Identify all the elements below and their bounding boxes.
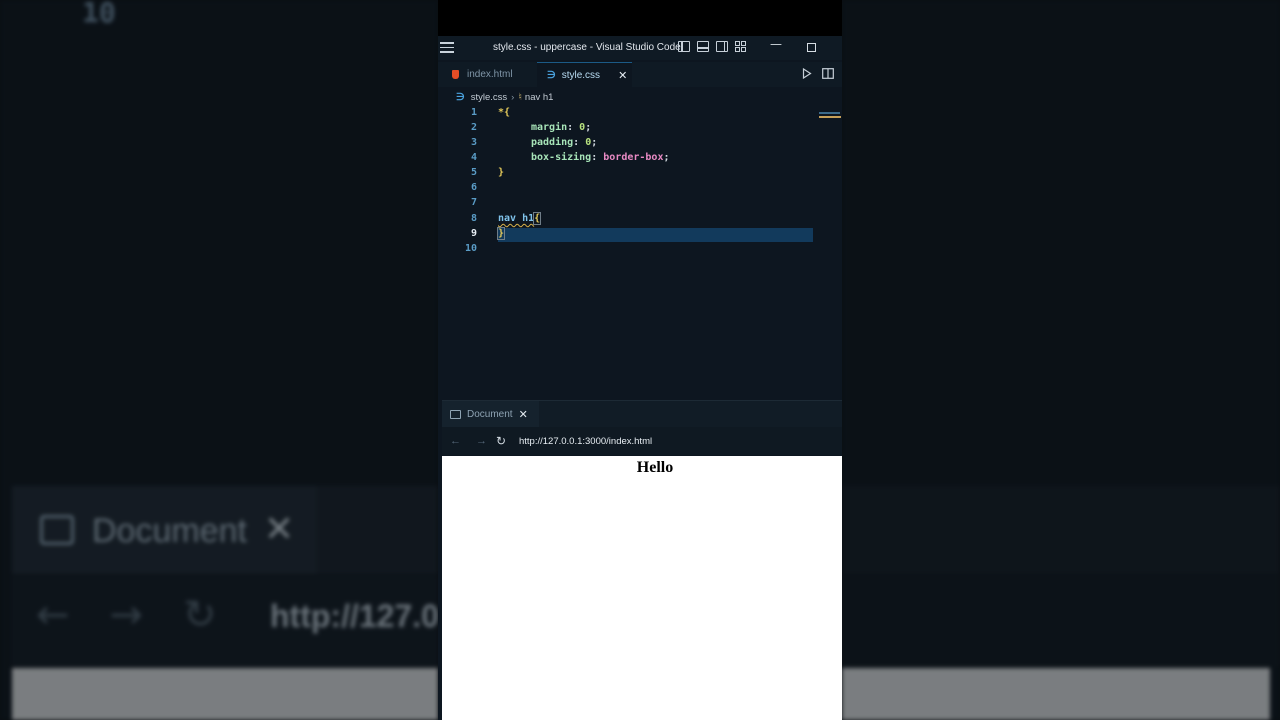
breadcrumb-file[interactable]: style.css	[471, 92, 507, 103]
code-line[interactable]: 6	[438, 182, 842, 197]
preview-url-bar: ← → ↻ http://127.0.0.1:3000/index.html	[442, 427, 842, 455]
background-left: 10 Document ✕ ←→↻ http://127.0.0.1:3000/…	[0, 0, 438, 720]
preview-tab-bar: Document ✕	[442, 400, 842, 427]
code-line[interactable]: 1 *{	[438, 107, 842, 122]
background-right	[842, 0, 1280, 720]
tab-style-css[interactable]: ∋ style.css ✕	[537, 62, 632, 88]
run-icon[interactable]	[802, 68, 812, 79]
line-number: 10	[464, 243, 477, 254]
toggle-primary-sidebar-icon[interactable]	[678, 41, 690, 52]
hamburger-menu-icon[interactable]	[440, 42, 454, 53]
brace: {	[533, 212, 542, 225]
url-input[interactable]: http://127.0.0.1:3000/index.html	[519, 436, 652, 447]
background-right-nav-bar	[842, 576, 1280, 666]
line-number: 2	[470, 122, 477, 133]
window-title: style.css - uppercase - Visual Studio Co…	[493, 42, 681, 53]
symbol-class-icon: ♮	[518, 91, 522, 103]
colon: :	[567, 122, 580, 133]
line-number: 1	[470, 107, 477, 118]
code-line[interactable]: 2 margin: 0;	[438, 122, 842, 137]
minimize-icon[interactable]: —	[770, 37, 782, 51]
chevron-right-icon: ›	[511, 91, 515, 103]
line-number: 6	[470, 182, 477, 193]
back-arrow-icon[interactable]: ←	[450, 435, 468, 447]
close-icon[interactable]: ✕	[618, 69, 627, 82]
code-line[interactable]: 7	[438, 197, 842, 212]
tab-document-preview[interactable]: Document ✕	[442, 401, 539, 427]
vscode-window: style.css - uppercase - Visual Studio Co…	[438, 36, 842, 720]
breadcrumb: ∋ style.css › ♮ nav h1	[438, 89, 842, 105]
css-property: padding	[531, 137, 574, 148]
code-line[interactable]: 10	[438, 243, 842, 258]
css-selector: nav h1	[498, 213, 535, 224]
css3-icon: ∋	[547, 70, 556, 81]
forward-arrow-icon[interactable]: →	[476, 435, 494, 447]
close-icon[interactable]: ✕	[519, 408, 528, 421]
brace: }	[496, 227, 506, 240]
semicolon: ;	[591, 137, 598, 148]
semicolon: ;	[585, 122, 592, 133]
background-right-page	[842, 668, 1270, 720]
colon: :	[573, 137, 586, 148]
background-url: http://127.0.0.1:3000/index.html	[270, 598, 438, 634]
toggle-secondary-sidebar-icon[interactable]	[716, 41, 728, 52]
brace: {	[504, 107, 511, 118]
css3-icon: ∋	[456, 91, 465, 103]
toggle-panel-icon[interactable]	[697, 41, 709, 52]
layout-controls	[678, 41, 747, 52]
reload-icon[interactable]: ↻	[496, 434, 514, 448]
background-close-icon: ✕	[264, 508, 295, 549]
top-letterbox	[438, 0, 842, 36]
background-line-number: 10	[82, 0, 116, 29]
css-value: border-box	[603, 152, 664, 163]
preview-tab-label: Document	[467, 408, 513, 420]
background-tab-label: Document	[92, 512, 247, 550]
code-line-active[interactable]: 9 }	[438, 227, 842, 243]
editor-tabs: index.html ∋ style.css ✕	[438, 62, 842, 88]
line-number: 3	[470, 137, 477, 148]
html5-icon	[452, 70, 459, 79]
background-right-tab-bar	[842, 486, 1280, 574]
tab-index-html[interactable]: index.html	[438, 62, 536, 87]
code-editor[interactable]: 1 *{ 2 margin: 0; 3 padding: 0; 4 box-si…	[438, 105, 842, 399]
split-editor-icon[interactable]	[822, 68, 834, 79]
tab-label: index.html	[467, 69, 513, 80]
css-property: margin	[531, 122, 568, 133]
line-number: 4	[470, 152, 477, 163]
background-page	[12, 668, 438, 720]
title-bar: style.css - uppercase - Visual Studio Co…	[438, 36, 842, 60]
css-property: box-sizing	[531, 152, 592, 163]
line-number: 8	[470, 213, 477, 224]
colon: :	[591, 152, 604, 163]
code-line[interactable]: 8 nav h1{	[438, 212, 842, 228]
browser-preview-icon	[450, 409, 461, 419]
brace: }	[498, 167, 505, 178]
background-nav-arrows-icon: ←→↻	[36, 592, 257, 638]
page-heading: Hello	[636, 459, 674, 476]
background-document-icon	[40, 515, 74, 545]
breadcrumb-symbol[interactable]: nav h1	[525, 92, 554, 103]
preview-page: Hello	[442, 456, 842, 720]
tab-label: style.css	[561, 70, 601, 81]
line-number: 7	[470, 197, 477, 208]
semicolon: ;	[663, 152, 670, 163]
maximize-icon[interactable]	[807, 43, 816, 52]
line-number: 5	[470, 167, 477, 178]
line-number: 9	[470, 228, 477, 239]
code-line[interactable]: 3 padding: 0;	[438, 137, 842, 152]
code-line[interactable]: 4 box-sizing: border-box;	[438, 152, 842, 167]
customize-layout-icon[interactable]	[735, 41, 747, 52]
editor-actions	[802, 68, 834, 79]
code-line[interactable]: 5 }	[438, 167, 842, 182]
